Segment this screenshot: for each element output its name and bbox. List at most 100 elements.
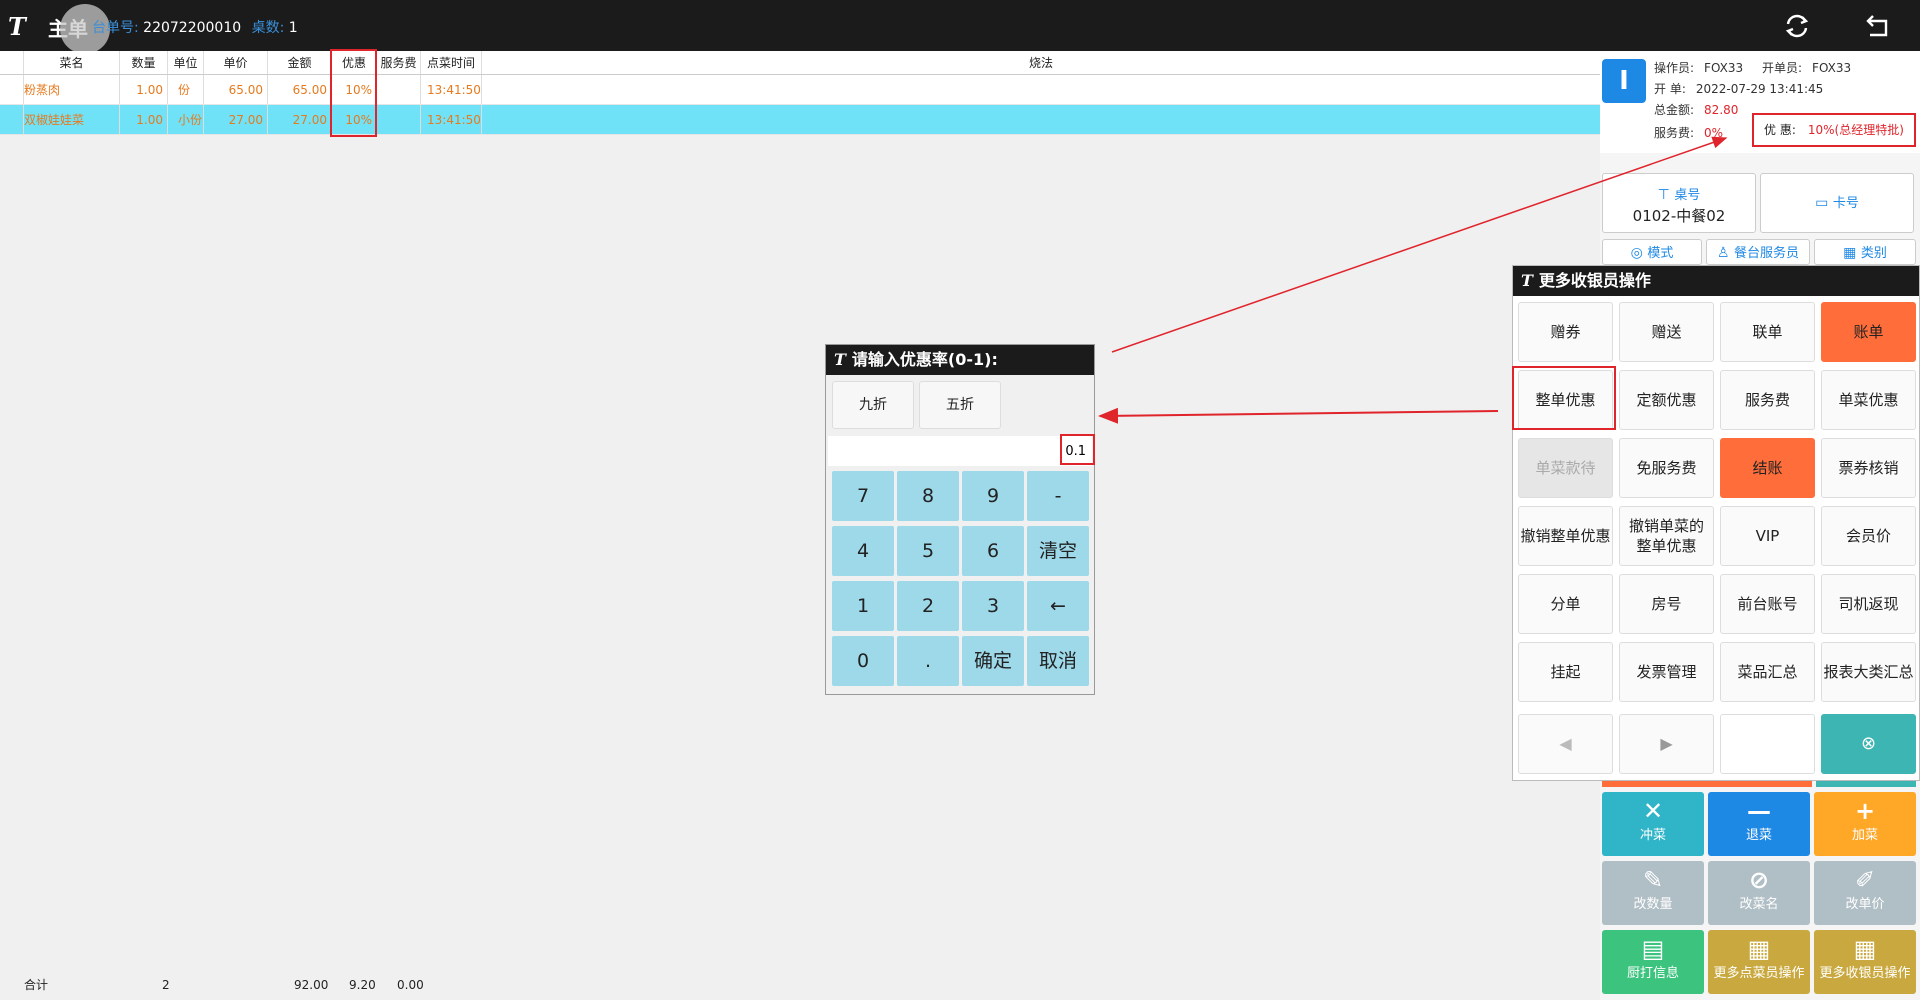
- top-bar: T 主单 台单号: 22072200010 桌数: 1: [0, 0, 1920, 54]
- table-no-button[interactable]: ⊤ 桌号 0102-中餐02: [1602, 173, 1756, 233]
- op-dish-summary[interactable]: 菜品汇总: [1720, 642, 1815, 702]
- discount-rate-input[interactable]: [828, 436, 1092, 466]
- op-member-price[interactable]: 会员价: [1821, 506, 1916, 566]
- op-voucher-verify[interactable]: 票券核销: [1821, 438, 1916, 498]
- order-no: 22072200010: [143, 20, 242, 36]
- arrow-to-dialog: [1098, 407, 1499, 424]
- next-page-button[interactable]: ▶: [1619, 714, 1714, 774]
- key-backspace[interactable]: ←: [1027, 581, 1089, 631]
- totals-discount: 9.20: [349, 978, 376, 992]
- kitchen-print-button[interactable]: ▤ 厨打信息: [1602, 930, 1704, 994]
- op-vip[interactable]: VIP: [1720, 506, 1815, 566]
- category-button[interactable]: ▦ 类别: [1814, 239, 1916, 265]
- back-icon[interactable]: [1862, 11, 1892, 41]
- op-item-discount[interactable]: 单菜优惠: [1821, 370, 1916, 430]
- wrench-icon: ✎: [1642, 866, 1664, 894]
- whole-discount-highlight: [1512, 366, 1616, 430]
- key-3[interactable]: 3: [962, 581, 1024, 631]
- key-dot[interactable]: .: [897, 636, 959, 686]
- dish-name: 粉蒸肉: [24, 75, 120, 104]
- card-icon: ▭: [1815, 195, 1829, 211]
- refresh-icon[interactable]: [1782, 11, 1812, 41]
- change-qty-button[interactable]: ✎ 改数量: [1602, 861, 1704, 925]
- discount-label: 优 惠:: [1764, 123, 1796, 137]
- key-8[interactable]: 8: [897, 471, 959, 521]
- cancel-button[interactable]: 取消: [1027, 636, 1089, 686]
- key-7[interactable]: 7: [832, 471, 894, 521]
- dish-time: 13:41:50: [421, 75, 482, 104]
- change-price-button[interactable]: ✐ 改单价: [1814, 861, 1916, 925]
- input-value-highlight: [1060, 434, 1095, 465]
- order-table: 菜名 数量 单位 单价 金额 优惠 服务费 点菜时间 烧法 粉蒸肉 1.00 份…: [0, 51, 1600, 135]
- preset-90-button[interactable]: 九折: [832, 381, 914, 429]
- dialog-header: T 请输入优惠率(0-1):: [826, 345, 1094, 375]
- totals-row: 合计 2 92.00 9.20 0.00: [0, 970, 1600, 1000]
- col-qty: 数量: [120, 51, 168, 74]
- add-dish-button[interactable]: + 加菜: [1814, 792, 1916, 856]
- op-gift-coupon[interactable]: 赠券: [1518, 302, 1613, 362]
- dish-time: 13:41:50: [421, 105, 482, 134]
- op-report-summary[interactable]: 报表大类汇总: [1821, 642, 1916, 702]
- page-input[interactable]: [1720, 714, 1815, 774]
- op-waive-service[interactable]: 免服务费: [1619, 438, 1714, 498]
- discount-rate-dialog: T 请输入优惠率(0-1): 九折 五折 7 8 9 - 4 5 6 清空 1 2…: [825, 344, 1095, 695]
- mode-icon: ◎: [1630, 245, 1643, 261]
- key-minus[interactable]: -: [1027, 471, 1089, 521]
- more-order-ops-button[interactable]: ▦ 更多点菜员操作: [1708, 930, 1810, 994]
- app-logo: T: [8, 12, 26, 41]
- dialog-title: 请输入优惠率(0-1):: [851, 350, 998, 369]
- key-clear[interactable]: 清空: [1027, 526, 1089, 576]
- op-bill[interactable]: 账单: [1821, 302, 1916, 362]
- op-split-bill[interactable]: 分单: [1518, 574, 1613, 634]
- preset-50-button[interactable]: 五折: [919, 381, 1001, 429]
- cancel-dish-button[interactable]: ✕ 冲菜: [1602, 792, 1704, 856]
- dish-unit: 小份: [168, 105, 204, 134]
- op-cancel-whole-discount[interactable]: 撤销整单优惠: [1518, 506, 1613, 566]
- col-time: 点菜时间: [421, 51, 482, 74]
- op-service-fee[interactable]: 服务费: [1720, 370, 1815, 430]
- confirm-button[interactable]: 确定: [962, 636, 1024, 686]
- dish-service: [377, 105, 421, 134]
- key-4[interactable]: 4: [832, 526, 894, 576]
- prev-page-button[interactable]: ◀: [1518, 714, 1613, 774]
- op-cancel-item-whole-discount[interactable]: 撤销单菜的整单优惠: [1619, 506, 1714, 566]
- op-invoice[interactable]: 发票管理: [1619, 642, 1714, 702]
- op-item-treat[interactable]: 单菜款待: [1518, 438, 1613, 498]
- op-gift[interactable]: 赠送: [1619, 302, 1714, 362]
- op-front-account[interactable]: 前台账号: [1720, 574, 1815, 634]
- op-fixed-discount[interactable]: 定额优惠: [1619, 370, 1714, 430]
- dish-amount: 27.00: [268, 105, 332, 134]
- dish-amount: 65.00: [268, 75, 332, 104]
- return-dish-button[interactable]: — 退菜: [1708, 792, 1810, 856]
- totals-qty: 2: [162, 978, 170, 992]
- op-hold[interactable]: 挂起: [1518, 642, 1613, 702]
- key-0[interactable]: 0: [832, 636, 894, 686]
- waiter-button[interactable]: ♙ 餐台服务员: [1706, 239, 1810, 265]
- total-value: 82.80: [1704, 103, 1739, 117]
- popup-header: T 更多收银员操作: [1513, 266, 1919, 296]
- key-1[interactable]: 1: [832, 581, 894, 631]
- key-6[interactable]: 6: [962, 526, 1024, 576]
- key-2[interactable]: 2: [897, 581, 959, 631]
- compass-icon: ⊘: [1748, 866, 1770, 894]
- change-name-button[interactable]: ⊘ 改菜名: [1708, 861, 1810, 925]
- col-unit: 单位: [168, 51, 204, 74]
- op-checkout[interactable]: 结账: [1720, 438, 1815, 498]
- table-no-value: 0102-中餐02: [1632, 207, 1726, 225]
- more-cashier-ops-button[interactable]: ▦ 更多收银员操作: [1814, 930, 1916, 994]
- dish-method: [482, 75, 1600, 104]
- key-9[interactable]: 9: [962, 471, 1024, 521]
- table-row[interactable]: 双椒娃娃菜 1.00 小份 27.00 27.00 10% 13:41:50: [0, 105, 1600, 135]
- discount-info-highlight: 优 惠: 10%(总经理特批): [1752, 113, 1916, 147]
- operator-value: FOX33: [1704, 61, 1744, 75]
- close-popup-button[interactable]: ⊗: [1821, 714, 1916, 774]
- mode-button[interactable]: ◎ 模式: [1602, 239, 1702, 265]
- service-label: 服务费:: [1654, 126, 1695, 140]
- op-driver-cashback[interactable]: 司机返现: [1821, 574, 1916, 634]
- open-time-value: 2022-07-29 13:41:45: [1695, 82, 1824, 96]
- table-row[interactable]: 粉蒸肉 1.00 份 65.00 65.00 10% 13:41:50: [0, 75, 1600, 105]
- op-joint-bill[interactable]: 联单: [1720, 302, 1815, 362]
- card-no-button[interactable]: ▭ 卡号: [1760, 173, 1914, 233]
- op-room-no[interactable]: 房号: [1619, 574, 1714, 634]
- key-5[interactable]: 5: [897, 526, 959, 576]
